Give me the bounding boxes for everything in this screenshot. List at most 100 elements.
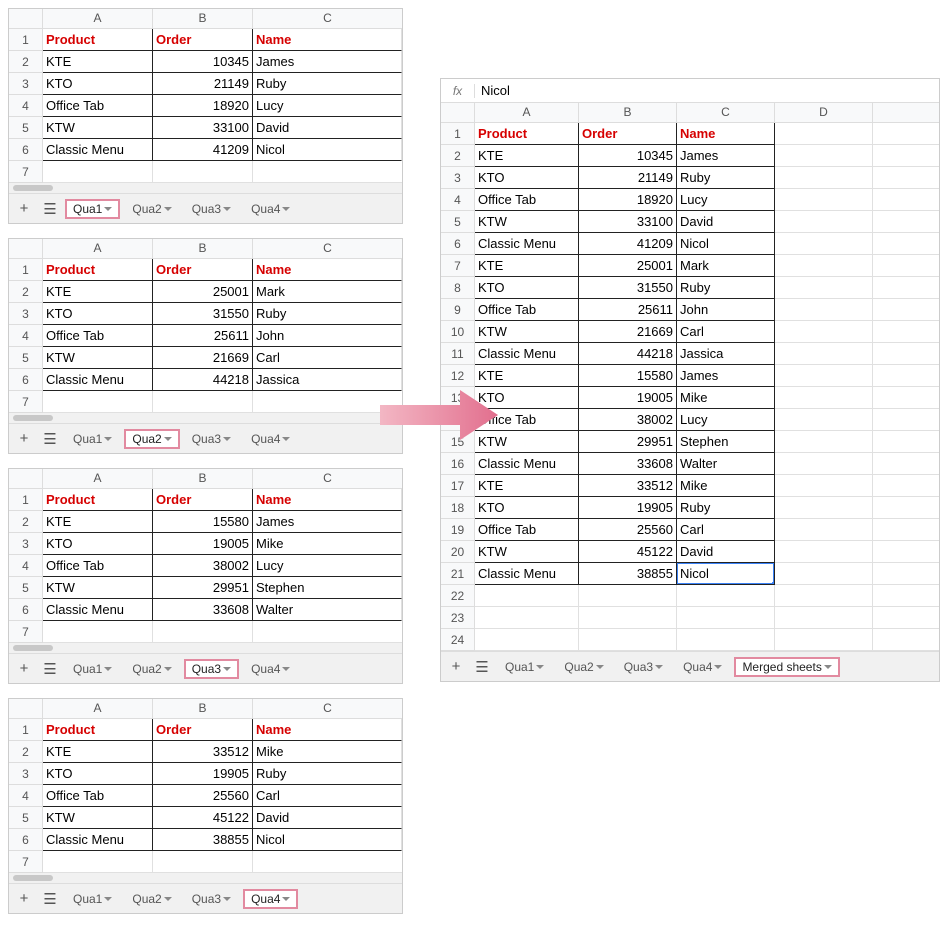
cell-name[interactable]: Carl [677,321,775,343]
tab-q4[interactable]: Qua4 [243,889,298,909]
empty-cell[interactable] [775,145,873,167]
col-header-d[interactable]: D [775,103,873,122]
tab-q4[interactable]: Qua4 [243,429,298,449]
cell-name[interactable]: Lucy [677,409,775,431]
cell-name[interactable]: Ruby [677,167,775,189]
cell-name[interactable]: Ruby [677,497,775,519]
empty-cell[interactable] [579,607,677,629]
tab-qua4[interactable]: Qua4 [675,657,730,677]
empty-cell[interactable] [775,387,873,409]
cell-name[interactable]: Nicol [253,829,402,851]
row-header[interactable]: 4 [441,189,475,211]
col-header-b[interactable]: B [153,9,253,28]
col-header-b[interactable]: B [579,103,677,122]
header-order[interactable]: Order [153,29,253,51]
col-header-b[interactable]: B [153,699,253,718]
select-all-corner[interactable] [9,469,43,488]
empty-cell[interactable] [677,585,775,607]
cell-order[interactable]: 21149 [579,167,677,189]
cell-name[interactable]: Mike [253,533,402,555]
cell-name[interactable]: Ruby [677,277,775,299]
empty-cell[interactable] [873,189,939,211]
row-header[interactable]: 20 [441,541,475,563]
header-product[interactable]: Product [475,123,579,145]
cell-order[interactable]: 45122 [153,807,253,829]
all-sheets-button[interactable]: ☰ [471,658,493,676]
cell-order[interactable]: 21669 [153,347,253,369]
row-header[interactable]: 5 [9,807,43,829]
row-header[interactable]: 2 [9,281,43,303]
tab-q1[interactable]: Qua1 [65,659,120,679]
header-product[interactable]: Product [43,489,153,511]
cell-product[interactable]: Classic Menu [43,599,153,621]
cell-name[interactable]: Lucy [253,555,402,577]
header-order[interactable]: Order [153,259,253,281]
empty-cell[interactable] [775,343,873,365]
cell-order[interactable]: 19905 [153,763,253,785]
cell-order[interactable]: 25611 [579,299,677,321]
row-header[interactable]: 4 [9,325,43,347]
cell-name[interactable]: Carl [253,785,402,807]
select-all-corner[interactable] [441,103,475,122]
formula-bar[interactable]: Nicol [475,83,510,98]
col-header-a[interactable]: A [43,239,153,258]
header-order[interactable]: Order [579,123,677,145]
col-header-a[interactable]: A [43,469,153,488]
row-header[interactable]: 2 [9,741,43,763]
all-sheets-button[interactable]: ☰ [39,660,61,678]
cell-product[interactable]: Office Tab [43,325,153,347]
cell-name[interactable]: Nicol [253,139,402,161]
tab-q1[interactable]: Qua1 [65,199,120,219]
col-header-a[interactable]: A [43,9,153,28]
tab-q4[interactable]: Qua4 [243,199,298,219]
cell-order[interactable]: 41209 [153,139,253,161]
cell-product[interactable]: KTW [43,807,153,829]
empty-cell[interactable] [253,621,402,643]
tab-qua3[interactable]: Qua3 [616,657,671,677]
empty-cell[interactable] [43,621,153,643]
cell-product[interactable]: Classic Menu [43,369,153,391]
cell-product[interactable]: KTE [43,51,153,73]
add-sheet-button[interactable]: + [13,890,35,907]
row-header[interactable]: 6 [9,829,43,851]
cell-name[interactable]: Walter [677,453,775,475]
cell-order[interactable]: 38855 [579,563,677,585]
row-header[interactable]: 16 [441,453,475,475]
empty-cell[interactable] [43,851,153,873]
tab-q3[interactable]: Qua3 [184,659,239,679]
cell-order[interactable]: 45122 [579,541,677,563]
empty-cell[interactable] [775,585,873,607]
col-header-b[interactable]: B [153,239,253,258]
row-header[interactable]: 1 [9,259,43,281]
select-all-corner[interactable] [9,9,43,28]
empty-cell[interactable] [775,299,873,321]
cell-product[interactable]: Office Tab [43,95,153,117]
row-header[interactable]: 9 [441,299,475,321]
cell-order[interactable]: 44218 [579,343,677,365]
empty-cell[interactable] [873,299,939,321]
row-header[interactable]: 6 [9,599,43,621]
col-header-c[interactable]: C [253,9,402,28]
row-header[interactable]: 22 [441,585,475,607]
all-sheets-button[interactable]: ☰ [39,430,61,448]
cell-product[interactable]: Classic Menu [43,139,153,161]
col-header-b[interactable]: B [153,469,253,488]
empty-cell[interactable] [775,607,873,629]
row-header[interactable]: 4 [9,785,43,807]
cell-product[interactable]: KTW [43,347,153,369]
empty-cell[interactable] [873,211,939,233]
cell-order[interactable]: 33608 [579,453,677,475]
cell-product[interactable]: Classic Menu [475,453,579,475]
cell-order[interactable]: 18920 [579,189,677,211]
row-header[interactable]: 8 [441,277,475,299]
cell-product[interactable]: Classic Menu [475,563,579,585]
cell-product[interactable]: KTE [43,741,153,763]
empty-cell[interactable] [873,519,939,541]
cell-order[interactable]: 33512 [153,741,253,763]
cell-product[interactable]: KTE [43,511,153,533]
empty-cell[interactable] [153,391,253,413]
row-header[interactable]: 6 [9,139,43,161]
empty-cell[interactable] [775,563,873,585]
cell-name[interactable]: Jassica [677,343,775,365]
cell-product[interactable]: KTW [43,577,153,599]
